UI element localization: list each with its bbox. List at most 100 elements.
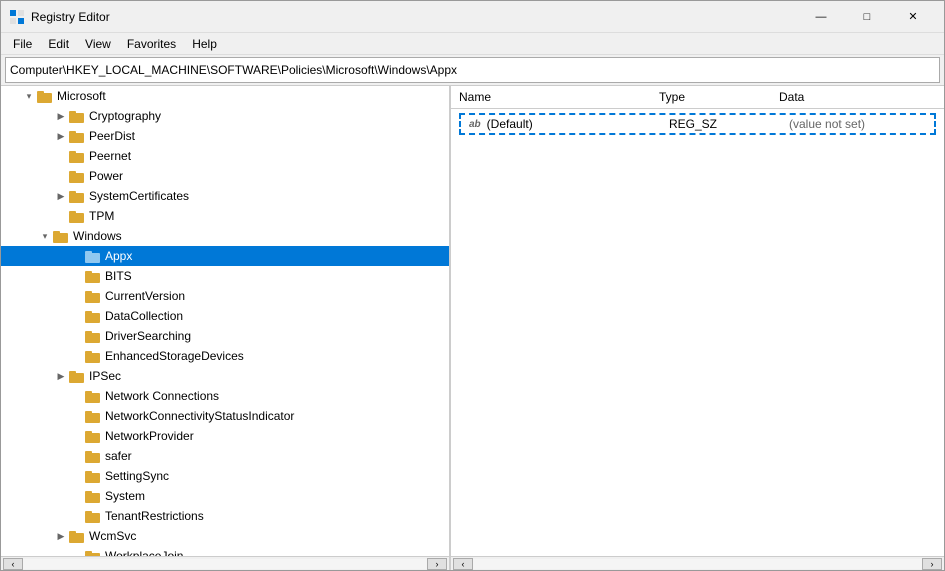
folder-icon-datacollection (85, 309, 101, 323)
menu-file[interactable]: File (5, 35, 40, 53)
tree-item-wcmsvc[interactable]: ▶ WcmSvc (1, 526, 449, 546)
registry-value-default[interactable]: ab (Default) REG_SZ (value not set) (459, 113, 936, 135)
folder-icon-bits (85, 269, 101, 283)
menu-view[interactable]: View (77, 35, 119, 53)
registry-editor-window: Registry Editor — □ ✕ File Edit View Fav… (0, 0, 945, 571)
folder-icon-currentversion (85, 289, 101, 303)
minimize-button[interactable]: — (798, 1, 844, 33)
tree-label: SystemCertificates (89, 189, 189, 203)
scroll-right[interactable]: › (427, 558, 447, 570)
folder-icon-peerdist (69, 129, 85, 143)
tree-label: TPM (89, 209, 114, 223)
tree-item-tenantrestrictions[interactable]: ▶ TenantRestrictions (1, 506, 449, 526)
col-type: Type (659, 90, 779, 104)
menu-bar: File Edit View Favorites Help (1, 33, 944, 55)
folder-icon-networkprovider (85, 429, 101, 443)
tree-label: PeerDist (89, 129, 135, 143)
folder-icon-safer (85, 449, 101, 463)
folder-icon-wcmsvc (69, 529, 85, 543)
folder-icon-ipsec (69, 369, 85, 383)
tree-item-networkprovider[interactable]: ▶ NetworkProvider (1, 426, 449, 446)
tree-item-ipsec[interactable]: ▶ IPSec (1, 366, 449, 386)
tree-label: System (105, 489, 145, 503)
scroll-left[interactable]: ‹ (3, 558, 23, 570)
tree-item-networkconnectivity[interactable]: ▶ NetworkConnectivityStatusIndicator (1, 406, 449, 426)
address-bar[interactable]: Computer\HKEY_LOCAL_MACHINE\SOFTWARE\Pol… (5, 57, 940, 83)
tree-item-enhancedstoragedevices[interactable]: ▶ EnhancedStorageDevices (1, 346, 449, 366)
tree-item-cryptography[interactable]: ▶ Cryptography (1, 106, 449, 126)
tree-label: SettingSync (105, 469, 169, 483)
tree-label: DriverSearching (105, 329, 191, 343)
tree-item-system[interactable]: ▶ System (1, 486, 449, 506)
tree-item-peerdist[interactable]: ▶ PeerDist (1, 126, 449, 146)
tree-item-settingsync[interactable]: ▶ SettingSync (1, 466, 449, 486)
tree-label: Power (89, 169, 123, 183)
tree-item-driversearching[interactable]: ▶ DriverSearching (1, 326, 449, 346)
detail-pane: Name Type Data ab (Default) REG_SZ (valu… (451, 86, 944, 556)
scroll-left-detail[interactable]: ‹ (453, 558, 473, 570)
value-type: REG_SZ (669, 117, 789, 131)
tree-item-currentversion[interactable]: ▶ CurrentVersion (1, 286, 449, 306)
folder-icon-system (85, 489, 101, 503)
tree-pane[interactable]: ▾ Microsoft ▶ Cryptogra (1, 86, 451, 556)
tree-label: NetworkConnectivityStatusIndicator (105, 409, 294, 423)
address-path: Computer\HKEY_LOCAL_MACHINE\SOFTWARE\Pol… (10, 63, 457, 77)
close-button[interactable]: ✕ (890, 1, 936, 33)
tree-label: safer (105, 449, 132, 463)
tree-item-networkconnections[interactable]: ▶ Network Connections (1, 386, 449, 406)
expand-windows[interactable]: ▾ (37, 228, 53, 244)
hscroll-track[interactable] (23, 559, 427, 569)
folder-icon-driversearching (85, 329, 101, 343)
tree-label: Cryptography (89, 109, 161, 123)
folder-icon-peernet (69, 149, 85, 163)
tree-item-bits[interactable]: ▶ BITS (1, 266, 449, 286)
tree-label: DataCollection (105, 309, 183, 323)
folder-icon-workplacejoin (85, 549, 101, 556)
folder-icon-appx (85, 249, 101, 263)
folder-icon-tenantrestrictions (85, 509, 101, 523)
tree-item-tpm[interactable]: ▶ TPM (1, 206, 449, 226)
folder-icon-networkconnectivity (85, 409, 101, 423)
folder-icon-systemcertificates (69, 189, 85, 203)
folder-icon-tpm (69, 209, 85, 223)
menu-edit[interactable]: Edit (40, 35, 77, 53)
folder-icon-microsoft (37, 89, 53, 103)
tree-item-workplacejoin[interactable]: ▶ WorkplaceJoin (1, 546, 449, 556)
menu-help[interactable]: Help (184, 35, 225, 53)
window-controls: — □ ✕ (798, 1, 936, 33)
expand-cryptography[interactable]: ▶ (53, 108, 69, 124)
tree-item-power[interactable]: ▶ Power (1, 166, 449, 186)
tree-label: NetworkProvider (105, 429, 194, 443)
expand-systemcertificates[interactable]: ▶ (53, 188, 69, 204)
expand-microsoft[interactable]: ▾ (21, 88, 37, 104)
folder-icon-power (69, 169, 85, 183)
menu-favorites[interactable]: Favorites (119, 35, 184, 53)
tree-label: TenantRestrictions (105, 509, 204, 523)
scroll-right-detail[interactable]: › (922, 558, 942, 570)
tree-label: IPSec (89, 369, 121, 383)
tree-item-systemcertificates[interactable]: ▶ SystemCertificates (1, 186, 449, 206)
folder-icon-enhancedstoragedevices (85, 349, 101, 363)
tree-item-microsoft[interactable]: ▾ Microsoft (1, 86, 449, 106)
ab-icon: ab (469, 119, 481, 130)
tree-item-datacollection[interactable]: ▶ DataCollection (1, 306, 449, 326)
tree-label: Windows (73, 229, 122, 243)
col-name: Name (459, 90, 659, 104)
restore-button[interactable]: □ (844, 1, 890, 33)
tree-label: Appx (105, 249, 132, 263)
folder-icon-cryptography (69, 109, 85, 123)
tree-label: CurrentVersion (105, 289, 185, 303)
tree-item-windows[interactable]: ▾ Windows (1, 226, 449, 246)
tree-item-safer[interactable]: ▶ safer (1, 446, 449, 466)
expand-peerdist[interactable]: ▶ (53, 128, 69, 144)
detail-header: Name Type Data (451, 86, 944, 109)
tree-label: EnhancedStorageDevices (105, 349, 244, 363)
tree-label: WorkplaceJoin (105, 549, 183, 556)
hscroll-track-detail[interactable] (473, 559, 922, 569)
app-icon (9, 9, 25, 25)
expand-wcmsvc[interactable]: ▶ (53, 528, 69, 544)
tree-item-appx[interactable]: ▶ Appx (1, 246, 449, 266)
expand-ipsec[interactable]: ▶ (53, 368, 69, 384)
tree-item-peernet[interactable]: ▶ Peernet (1, 146, 449, 166)
tree-label: WcmSvc (89, 529, 136, 543)
